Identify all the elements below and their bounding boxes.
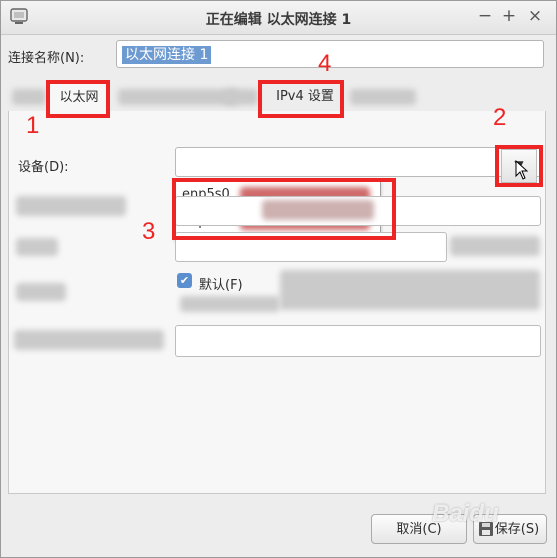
blurred-label [16, 283, 66, 301]
default-checkbox-label: 默认(F) [199, 278, 243, 293]
connection-name-value: 以太网连接 1 [122, 46, 212, 64]
baidu-watermark: Baidu [432, 500, 499, 527]
highlight-device-list [172, 178, 396, 240]
blurred-label [16, 238, 58, 256]
maximize-button[interactable]: + [499, 6, 519, 26]
blurred-tab [118, 89, 238, 105]
blurred-label [14, 330, 164, 350]
connection-name-label: 连接名称(N): [8, 51, 85, 66]
default-checkbox[interactable]: ✔ [177, 273, 192, 288]
blurred-field[interactable] [175, 325, 541, 357]
annotation-number: 4 [318, 50, 332, 77]
blurred-tab [224, 89, 258, 105]
checkmark-icon: ✔ [179, 274, 190, 287]
blurred-label [16, 196, 126, 216]
close-button[interactable]: × [525, 6, 545, 26]
annotation-number: 2 [493, 104, 507, 131]
annotation-number: 3 [142, 218, 156, 245]
title-bar[interactable]: 正在编辑 以太网连接 1 − + × [1, 1, 556, 35]
highlight-dropdown-button [495, 145, 543, 187]
highlight-ethernet-tab [46, 80, 110, 118]
window-title: 正在编辑 以太网连接 1 [205, 12, 352, 28]
device-combobox[interactable] [175, 147, 541, 177]
blurred-field [180, 296, 280, 312]
blurred-value [450, 236, 540, 256]
minimize-button[interactable]: − [475, 6, 495, 26]
annotation-number: 1 [26, 112, 40, 139]
blurred-tab [350, 89, 416, 105]
blurred-field [280, 270, 540, 310]
blurred-tab [12, 89, 46, 105]
device-label: 设备(D): [18, 160, 69, 175]
highlight-ipv4-tab [258, 80, 344, 118]
